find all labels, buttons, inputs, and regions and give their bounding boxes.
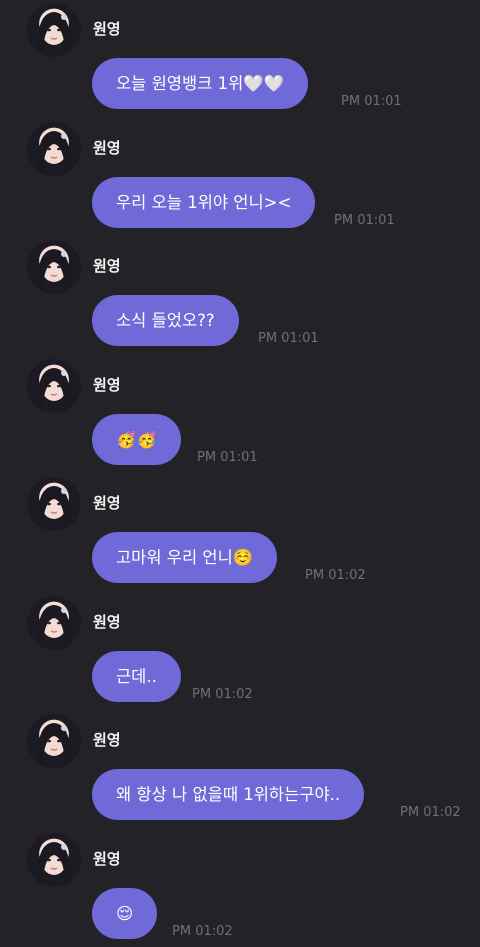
message-bubble[interactable]: 고마워 우리 언니☺️ <box>92 532 278 583</box>
message-bubble[interactable]: 왜 항상 나 없을때 1위하는구야.. <box>92 769 365 820</box>
message-timestamp: PM 01:02 <box>400 805 461 820</box>
message-bubble[interactable]: 우리 오늘 1위야 언니>< <box>92 177 316 228</box>
message-timestamp: PM 01:01 <box>197 450 258 465</box>
message-timestamp: PM 01:02 <box>192 687 253 702</box>
avatar[interactable] <box>27 477 81 531</box>
message-bubble[interactable]: 🥳🥳 <box>92 414 182 465</box>
message-text: 소식 들었오?? <box>116 311 215 330</box>
sender-name: 원영 <box>93 139 121 157</box>
message-text: 우리 오늘 1위야 언니>< <box>116 193 292 212</box>
message-timestamp: PM 01:01 <box>334 213 395 228</box>
message-text: 고마워 우리 언니☺️ <box>116 548 254 567</box>
sender-name: 원영 <box>93 850 121 868</box>
avatar[interactable] <box>27 596 81 650</box>
avatar[interactable] <box>27 833 81 887</box>
sender-name: 원영 <box>93 376 121 394</box>
avatar[interactable] <box>27 240 81 294</box>
chat-thread[interactable]: 원영 오늘 원영뱅크 1위🤍🤍 PM 01:01 원영 우리 오늘 1위야 언니… <box>0 0 480 947</box>
message-text: 오늘 원영뱅크 1위🤍🤍 <box>116 74 285 93</box>
message-bubble[interactable]: 근데.. <box>92 651 181 702</box>
sender-name: 원영 <box>93 20 121 38</box>
sender-name: 원영 <box>93 494 121 512</box>
avatar[interactable] <box>27 714 81 768</box>
message-bubble[interactable]: 오늘 원영뱅크 1위🤍🤍 <box>92 58 309 109</box>
message-bubble[interactable]: 😌 <box>92 888 158 939</box>
avatar[interactable] <box>27 3 81 57</box>
message-timestamp: PM 01:01 <box>258 331 319 346</box>
message-text: 😌 <box>116 904 134 923</box>
avatar[interactable] <box>27 359 81 413</box>
message-text: 근데.. <box>116 667 157 686</box>
message-timestamp: PM 01:01 <box>341 94 402 109</box>
message-text: 왜 항상 나 없을때 1위하는구야.. <box>116 785 341 804</box>
sender-name: 원영 <box>93 731 121 749</box>
sender-name: 원영 <box>93 613 121 631</box>
message-bubble[interactable]: 소식 들었오?? <box>92 295 239 346</box>
sender-name: 원영 <box>93 257 121 275</box>
avatar[interactable] <box>27 122 81 176</box>
message-text: 🥳🥳 <box>116 430 158 449</box>
message-timestamp: PM 01:02 <box>305 568 366 583</box>
message-timestamp: PM 01:02 <box>172 924 233 939</box>
